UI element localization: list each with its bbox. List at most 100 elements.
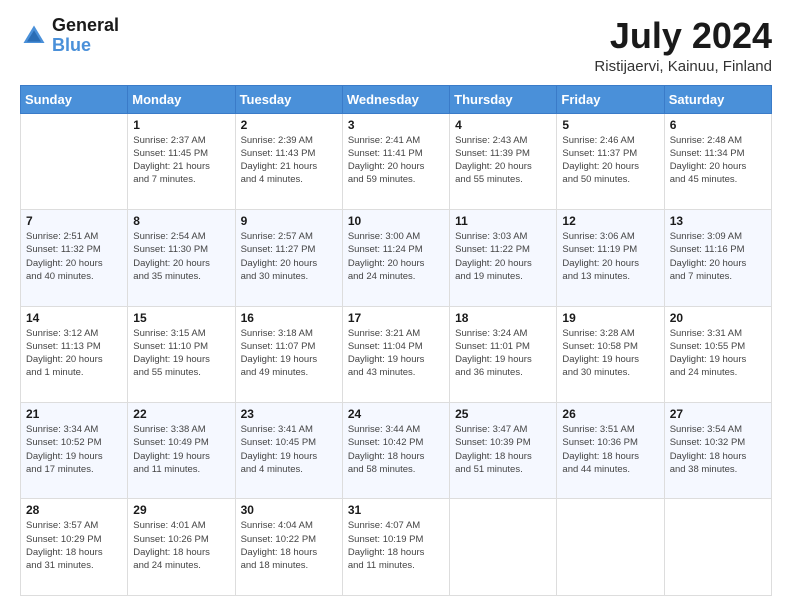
day-info: Sunrise: 4:04 AM Sunset: 10:22 PM Daylig… [241,519,337,572]
day-number: 28 [26,503,122,517]
day-number: 13 [670,214,766,228]
calendar-cell: 8 Sunrise: 2:54 AM Sunset: 11:30 PM Dayli… [128,210,235,306]
calendar-cell: 11 Sunrise: 3:03 AM Sunset: 11:22 PM Dayl… [450,210,557,306]
day-info: Sunrise: 2:57 AM Sunset: 11:27 PM Daylig… [241,230,337,283]
calendar-cell: 14Sunrise: 3:12 AM Sunset: 11:13 PM Dayl… [21,306,128,402]
col-sunday: Sunday [21,85,128,113]
day-number: 11 [455,214,551,228]
day-info: Sunrise: 2:43 AM Sunset: 11:39 PM Daylig… [455,134,551,187]
day-info: Sunrise: 3:44 AM Sunset: 10:42 PM Daylig… [348,423,444,476]
calendar-cell [557,499,664,596]
day-number: 14 [26,311,122,325]
day-number: 1 [133,118,229,132]
calendar-cell [664,499,771,596]
col-tuesday: Tuesday [235,85,342,113]
day-number: 3 [348,118,444,132]
calendar-cell: 17Sunrise: 3:21 AM Sunset: 11:04 PM Dayl… [342,306,449,402]
calendar-cell [21,113,128,209]
header: General Blue July 2024 Ristijaervi, Kain… [20,16,772,75]
calendar-cell: 23 Sunrise: 3:41 AM Sunset: 10:45 PM Dayl… [235,403,342,499]
day-info: Sunrise: 3:03 AM Sunset: 11:22 PM Daylig… [455,230,551,283]
day-number: 16 [241,311,337,325]
calendar-cell: 18 Sunrise: 3:24 AM Sunset: 11:01 PM Dayl… [450,306,557,402]
subtitle: Ristijaervi, Kainuu, Finland [594,58,772,75]
day-info: Sunrise: 4:07 AM Sunset: 10:19 PM Daylig… [348,519,444,572]
day-number: 18 [455,311,551,325]
calendar-week-2: 14Sunrise: 3:12 AM Sunset: 11:13 PM Dayl… [21,306,772,402]
calendar-cell: 28 Sunrise: 3:57 AM Sunset: 10:29 PM Dayl… [21,499,128,596]
day-info: Sunrise: 3:06 AM Sunset: 11:19 PM Daylig… [562,230,658,283]
day-number: 2 [241,118,337,132]
day-info: Sunrise: 2:37 AM Sunset: 11:45 PM Daylig… [133,134,229,187]
title-block: July 2024 Ristijaervi, Kainuu, Finland [594,16,772,75]
day-info: Sunrise: 2:48 AM Sunset: 11:34 PM Daylig… [670,134,766,187]
day-info: Sunrise: 3:54 AM Sunset: 10:32 PM Daylig… [670,423,766,476]
calendar-cell [450,499,557,596]
day-number: 15 [133,311,229,325]
day-number: 9 [241,214,337,228]
calendar-week-4: 28 Sunrise: 3:57 AM Sunset: 10:29 PM Dayl… [21,499,772,596]
col-wednesday: Wednesday [342,85,449,113]
calendar-cell: 25 Sunrise: 3:47 AM Sunset: 10:39 PM Dayl… [450,403,557,499]
col-monday: Monday [128,85,235,113]
calendar-cell: 9 Sunrise: 2:57 AM Sunset: 11:27 PM Dayli… [235,210,342,306]
day-info: Sunrise: 2:54 AM Sunset: 11:30 PM Daylig… [133,230,229,283]
calendar-cell: 21 Sunrise: 3:34 AM Sunset: 10:52 PM Dayl… [21,403,128,499]
day-number: 6 [670,118,766,132]
calendar-table: Sunday Monday Tuesday Wednesday Thursday… [20,85,772,596]
day-number: 22 [133,407,229,421]
calendar-cell: 15 Sunrise: 3:15 AM Sunset: 11:10 PM Dayl… [128,306,235,402]
col-saturday: Saturday [664,85,771,113]
col-friday: Friday [557,85,664,113]
day-number: 24 [348,407,444,421]
day-info: Sunrise: 3:18 AM Sunset: 11:07 PM Daylig… [241,327,337,380]
day-info: Sunrise: 2:46 AM Sunset: 11:37 PM Daylig… [562,134,658,187]
day-number: 23 [241,407,337,421]
calendar-cell: 16 Sunrise: 3:18 AM Sunset: 11:07 PM Dayl… [235,306,342,402]
day-info: Sunrise: 3:15 AM Sunset: 11:10 PM Daylig… [133,327,229,380]
calendar-cell: 3Sunrise: 2:41 AM Sunset: 11:41 PM Dayli… [342,113,449,209]
calendar-cell: 10Sunrise: 3:00 AM Sunset: 11:24 PM Dayl… [342,210,449,306]
day-number: 21 [26,407,122,421]
day-number: 29 [133,503,229,517]
day-number: 20 [670,311,766,325]
day-info: Sunrise: 4:01 AM Sunset: 10:26 PM Daylig… [133,519,229,572]
logo-text: General Blue [52,16,119,56]
day-number: 27 [670,407,766,421]
calendar-cell: 30Sunrise: 4:04 AM Sunset: 10:22 PM Dayl… [235,499,342,596]
day-number: 5 [562,118,658,132]
day-number: 8 [133,214,229,228]
day-number: 17 [348,311,444,325]
calendar-cell: 7Sunrise: 2:51 AM Sunset: 11:32 PM Dayli… [21,210,128,306]
day-number: 31 [348,503,444,517]
day-info: Sunrise: 3:28 AM Sunset: 10:58 PM Daylig… [562,327,658,380]
calendar-cell: 22 Sunrise: 3:38 AM Sunset: 10:49 PM Dayl… [128,403,235,499]
day-info: Sunrise: 3:00 AM Sunset: 11:24 PM Daylig… [348,230,444,283]
calendar-cell: 31 Sunrise: 4:07 AM Sunset: 10:19 PM Dayl… [342,499,449,596]
calendar-week-3: 21 Sunrise: 3:34 AM Sunset: 10:52 PM Dayl… [21,403,772,499]
calendar-cell: 12 Sunrise: 3:06 AM Sunset: 11:19 PM Dayl… [557,210,664,306]
calendar-cell: 24 Sunrise: 3:44 AM Sunset: 10:42 PM Dayl… [342,403,449,499]
calendar-week-1: 7Sunrise: 2:51 AM Sunset: 11:32 PM Dayli… [21,210,772,306]
day-info: Sunrise: 3:41 AM Sunset: 10:45 PM Daylig… [241,423,337,476]
day-info: Sunrise: 3:34 AM Sunset: 10:52 PM Daylig… [26,423,122,476]
main-title: July 2024 [594,16,772,56]
day-number: 7 [26,214,122,228]
day-info: Sunrise: 3:51 AM Sunset: 10:36 PM Daylig… [562,423,658,476]
calendar-cell: 5 Sunrise: 2:46 AM Sunset: 11:37 PM Dayli… [557,113,664,209]
day-number: 4 [455,118,551,132]
calendar-cell: 4 Sunrise: 2:43 AM Sunset: 11:39 PM Dayli… [450,113,557,209]
col-thursday: Thursday [450,85,557,113]
day-info: Sunrise: 3:38 AM Sunset: 10:49 PM Daylig… [133,423,229,476]
day-info: Sunrise: 3:47 AM Sunset: 10:39 PM Daylig… [455,423,551,476]
day-number: 12 [562,214,658,228]
day-info: Sunrise: 3:57 AM Sunset: 10:29 PM Daylig… [26,519,122,572]
day-number: 25 [455,407,551,421]
page: General Blue July 2024 Ristijaervi, Kain… [0,0,792,612]
day-info: Sunrise: 3:09 AM Sunset: 11:16 PM Daylig… [670,230,766,283]
calendar-cell: 26 Sunrise: 3:51 AM Sunset: 10:36 PM Dayl… [557,403,664,499]
day-info: Sunrise: 3:24 AM Sunset: 11:01 PM Daylig… [455,327,551,380]
calendar-cell: 2Sunrise: 2:39 AM Sunset: 11:43 PM Dayli… [235,113,342,209]
day-number: 26 [562,407,658,421]
calendar-header-row: Sunday Monday Tuesday Wednesday Thursday… [21,85,772,113]
